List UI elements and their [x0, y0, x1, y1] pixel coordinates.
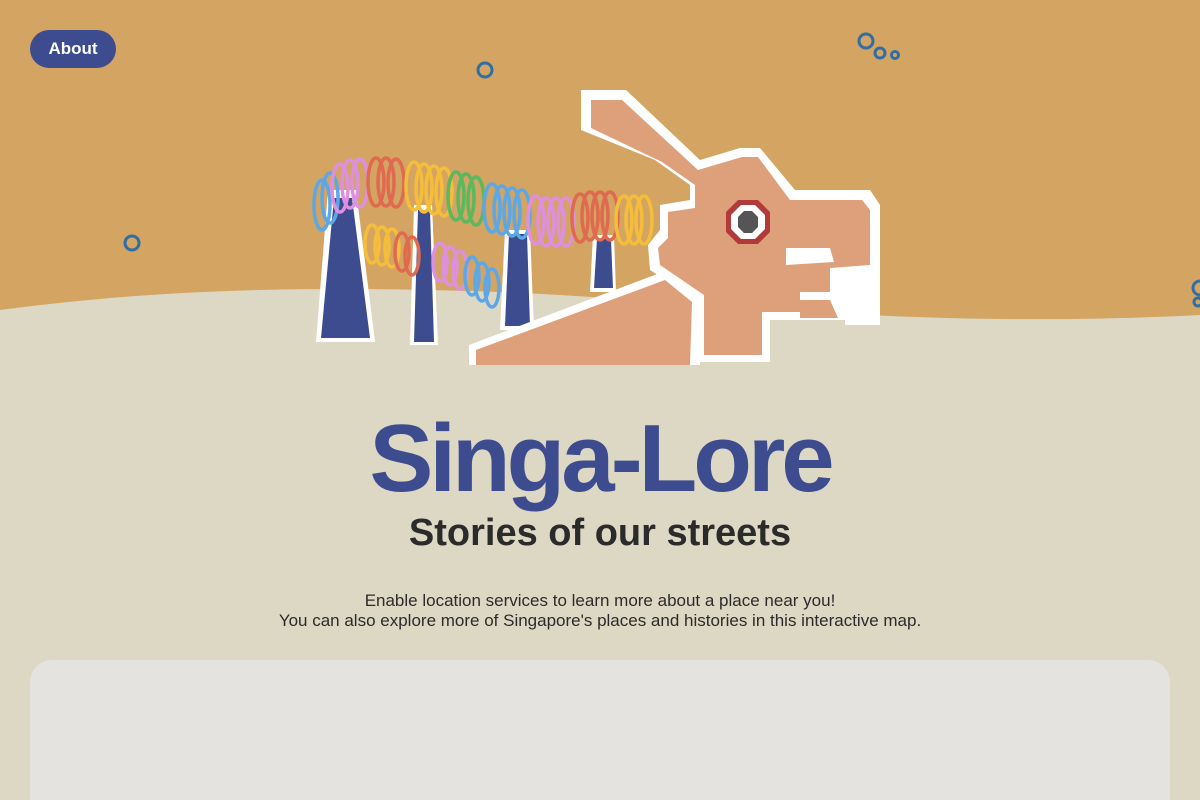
interactive-map-panel[interactable]: [30, 660, 1170, 800]
about-button[interactable]: About: [30, 30, 116, 68]
intro-text: Enable location services to learn more a…: [0, 591, 1200, 631]
page: About Singa-Lore Stories of our streets …: [0, 0, 1200, 800]
site-subtitle: Stories of our streets: [408, 512, 792, 554]
dragon-eye-icon: [726, 200, 770, 244]
dragon-playground-illustration: [123, 32, 1200, 365]
intro-line-explore: You can also explore more of Singapore's…: [278, 611, 922, 630]
intro-line-location: Enable location services to learn more a…: [364, 591, 836, 610]
site-title: Singa-Lore: [369, 405, 834, 512]
